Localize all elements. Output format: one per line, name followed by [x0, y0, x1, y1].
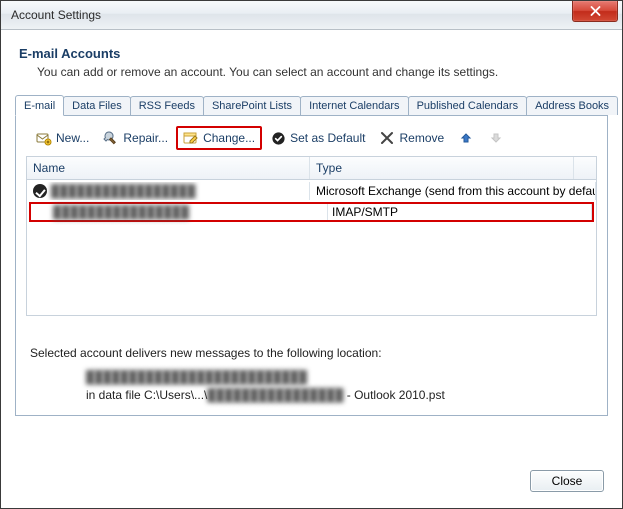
heading-subtitle: You can add or remove an account. You ca… [37, 65, 604, 79]
grid-body: █████████████████ Microsoft Exchange (se… [27, 180, 596, 315]
new-icon [36, 130, 52, 146]
tab-sharepoint-lists[interactable]: SharePoint Lists [203, 96, 301, 115]
move-down-button[interactable] [482, 127, 510, 149]
set-default-button[interactable]: Set as Default [264, 127, 371, 149]
accounts-grid: Name Type █████████████████ Microsoft Ex… [26, 156, 597, 316]
repair-icon [103, 130, 119, 146]
tab-data-files[interactable]: Data Files [63, 96, 131, 115]
account-settings-dialog: Account Settings E-mail Accounts You can… [0, 0, 623, 509]
tab-internet-calendars[interactable]: Internet Calendars [300, 96, 409, 115]
new-account-button[interactable]: New... [30, 127, 95, 149]
move-up-button[interactable] [452, 127, 480, 149]
delivery-path: in data file C:\Users\...\██████████████… [86, 388, 591, 402]
account-name: ████████████████ [53, 205, 189, 219]
account-name: █████████████████ [51, 184, 196, 198]
column-type[interactable]: Type [310, 157, 574, 179]
default-account-icon [33, 184, 47, 198]
change-icon [183, 130, 199, 146]
account-type: IMAP/SMTP [328, 204, 592, 220]
tab-email[interactable]: E-mail [15, 95, 64, 116]
grid-header: Name Type [27, 157, 596, 180]
new-label: New... [56, 131, 89, 145]
remove-icon [379, 130, 395, 146]
repair-label: Repair... [123, 131, 168, 145]
delivery-folder: ██████████████████████████ [86, 370, 307, 384]
repair-account-button[interactable]: Repair... [97, 127, 174, 149]
close-icon [590, 6, 601, 16]
email-panel: New... Repair... Change... [15, 116, 608, 416]
titlebar[interactable]: Account Settings [1, 1, 622, 30]
delivery-location: Selected account delivers new messages t… [26, 346, 597, 402]
window-close-button[interactable] [572, 1, 618, 22]
tab-published-calendars[interactable]: Published Calendars [408, 96, 528, 115]
tab-rss-feeds[interactable]: RSS Feeds [130, 96, 204, 115]
heading-area: E-mail Accounts You can add or remove an… [15, 42, 608, 93]
heading-title: E-mail Accounts [19, 46, 604, 61]
change-account-button[interactable]: Change... [176, 126, 262, 150]
account-row[interactable]: █████████████████ Microsoft Exchange (se… [27, 180, 596, 202]
column-name[interactable]: Name [27, 157, 310, 179]
close-button[interactable]: Close [530, 470, 604, 492]
remove-label: Remove [399, 131, 444, 145]
column-end [574, 157, 596, 179]
delivery-intro: Selected account delivers new messages t… [30, 346, 591, 360]
remove-account-button[interactable]: Remove [373, 127, 450, 149]
window-title: Account Settings [1, 8, 101, 22]
change-label: Change... [203, 131, 255, 145]
dialog-buttons: Close [530, 470, 604, 492]
check-circle-icon [270, 130, 286, 146]
accounts-toolbar: New... Repair... Change... [26, 124, 597, 156]
set-default-label: Set as Default [290, 131, 365, 145]
arrow-up-icon [458, 130, 474, 146]
arrow-down-icon [488, 130, 504, 146]
account-type: Microsoft Exchange (send from this accou… [310, 182, 596, 200]
tabstrip: E-mail Data Files RSS Feeds SharePoint L… [15, 93, 608, 116]
tab-address-books[interactable]: Address Books [526, 96, 618, 115]
account-row-highlighted[interactable]: ████████████████ IMAP/SMTP [29, 202, 594, 222]
